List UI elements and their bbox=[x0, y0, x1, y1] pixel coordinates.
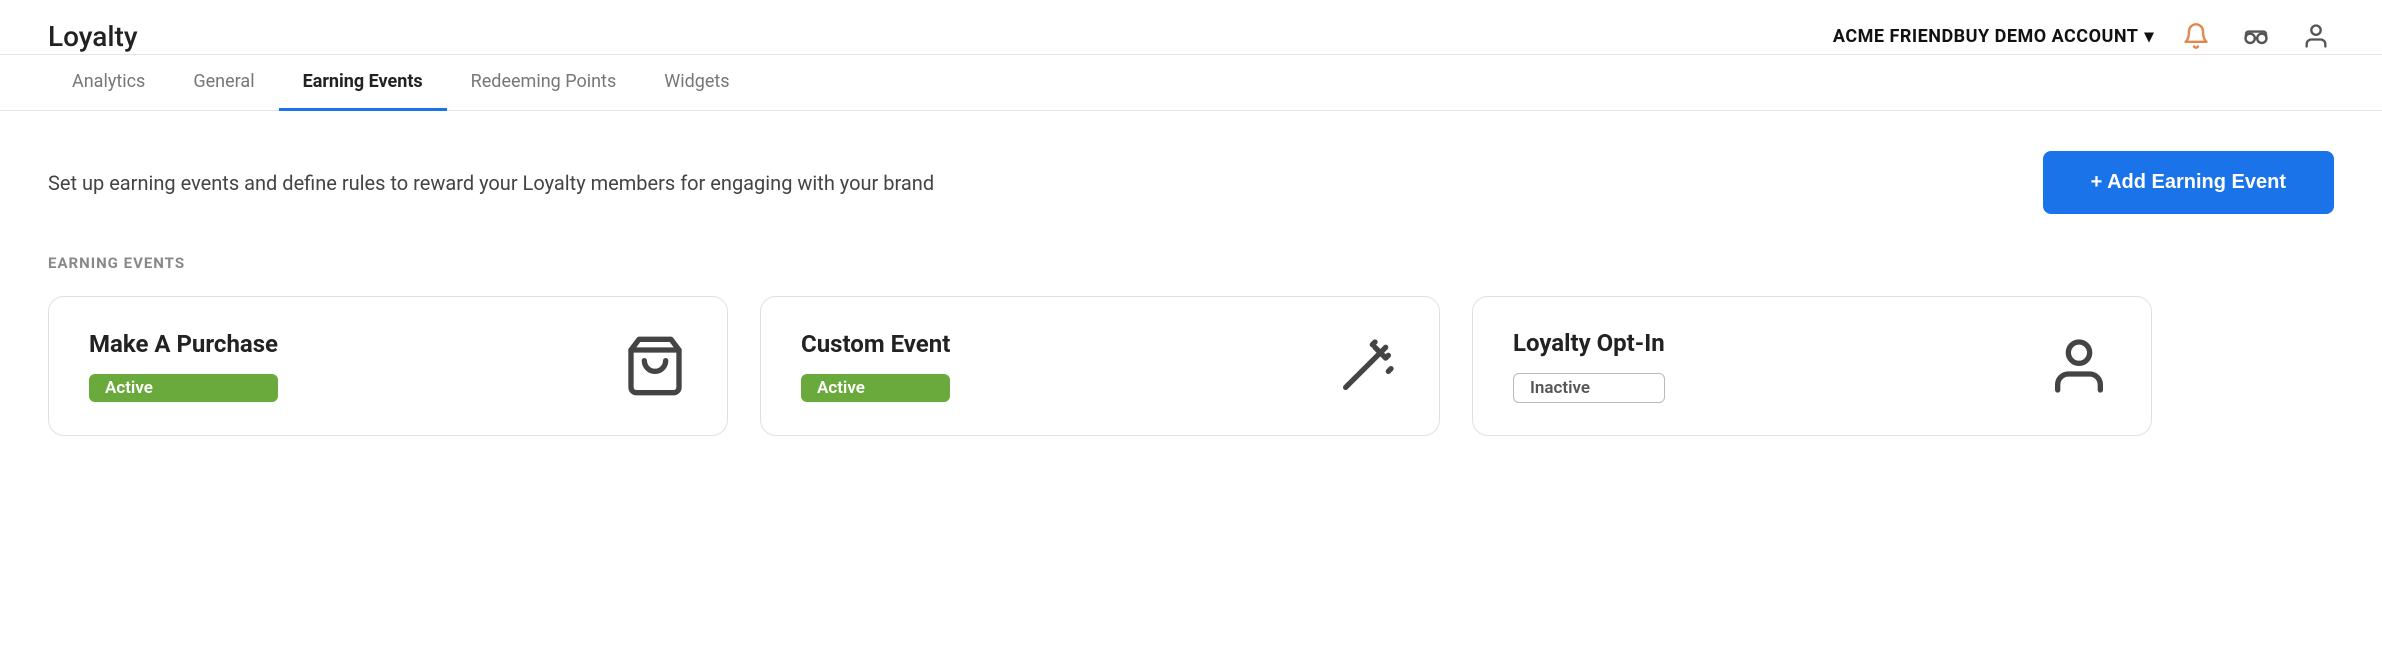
user-profile-icon[interactable] bbox=[2298, 18, 2334, 54]
card-title: Loyalty Opt-In bbox=[1513, 329, 1665, 357]
tab-earning-events[interactable]: Earning Events bbox=[279, 55, 447, 111]
header-right: ACME FRIENDBUY DEMO ACCOUNT ▾ bbox=[1833, 18, 2334, 54]
section-label: EARNING EVENTS bbox=[48, 254, 2334, 272]
app-title: Loyalty bbox=[48, 20, 138, 53]
magic-wand-icon bbox=[1335, 334, 1399, 398]
person-icon bbox=[2047, 334, 2111, 398]
notification-bell-icon[interactable] bbox=[2178, 18, 2214, 54]
status-badge: Active bbox=[801, 374, 950, 402]
tab-analytics[interactable]: Analytics bbox=[48, 55, 169, 111]
event-card-loyalty-opt-in[interactable]: Loyalty Opt-In Inactive bbox=[1472, 296, 2152, 436]
shopping-bag-icon bbox=[623, 334, 687, 398]
header-left: Loyalty bbox=[48, 20, 198, 53]
description-text: Set up earning events and define rules t… bbox=[48, 171, 934, 195]
event-card-custom-event[interactable]: Custom Event Active bbox=[760, 296, 1440, 436]
card-left: Loyalty Opt-In Inactive bbox=[1513, 329, 1665, 403]
glasses-icon[interactable] bbox=[2238, 18, 2274, 54]
add-earning-event-button[interactable]: + Add Earning Event bbox=[2043, 151, 2334, 214]
event-card-make-a-purchase[interactable]: Make A Purchase Active bbox=[48, 296, 728, 436]
cards-row: Make A Purchase Active Custom Event Acti… bbox=[48, 296, 2334, 436]
tab-redeeming-points[interactable]: Redeeming Points bbox=[447, 55, 641, 111]
account-name[interactable]: ACME FRIENDBUY DEMO ACCOUNT ▾ bbox=[1833, 26, 2154, 47]
tab-widgets[interactable]: Widgets bbox=[640, 55, 753, 111]
main-content: Set up earning events and define rules t… bbox=[0, 111, 2382, 476]
status-badge: Active bbox=[89, 374, 278, 402]
chevron-down-icon: ▾ bbox=[2144, 26, 2154, 47]
card-left: Make A Purchase Active bbox=[89, 330, 278, 402]
header: Loyalty ACME FRIENDBUY DEMO ACCOUNT ▾ bbox=[0, 0, 2382, 55]
card-title: Custom Event bbox=[801, 330, 950, 358]
nav-tabs: Analytics General Earning Events Redeemi… bbox=[0, 55, 2382, 111]
tab-general[interactable]: General bbox=[169, 55, 278, 111]
card-title: Make A Purchase bbox=[89, 330, 278, 358]
card-left: Custom Event Active bbox=[801, 330, 950, 402]
status-badge: Inactive bbox=[1513, 373, 1665, 403]
description-row: Set up earning events and define rules t… bbox=[48, 151, 2334, 214]
